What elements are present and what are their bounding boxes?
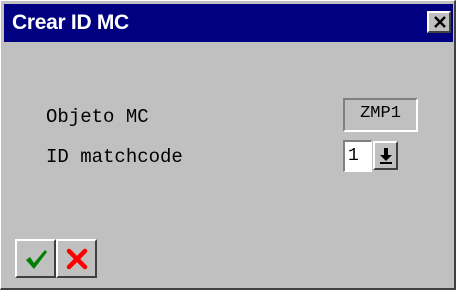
crear-id-mc-dialog: Crear ID MC Objeto MC ZMP1 ID matchcode … — [0, 0, 456, 290]
id-matchcode-label: ID matchcode — [46, 146, 183, 168]
id-matchcode-dropdown-button[interactable] — [373, 141, 398, 170]
window-title: Crear ID MC — [12, 11, 129, 34]
cancel-button[interactable] — [56, 239, 97, 278]
title-bar[interactable]: Crear ID MC — [4, 4, 453, 42]
confirm-button[interactable] — [15, 239, 56, 278]
arrow-down-icon — [380, 148, 392, 164]
checkmark-icon — [26, 250, 47, 269]
close-icon — [434, 16, 446, 28]
objeto-mc-label: Objeto MC — [46, 106, 149, 128]
cross-icon — [66, 248, 88, 270]
id-matchcode-input[interactable]: 1 — [343, 140, 372, 172]
objeto-mc-value: ZMP1 — [343, 98, 418, 132]
close-button[interactable] — [427, 11, 451, 33]
